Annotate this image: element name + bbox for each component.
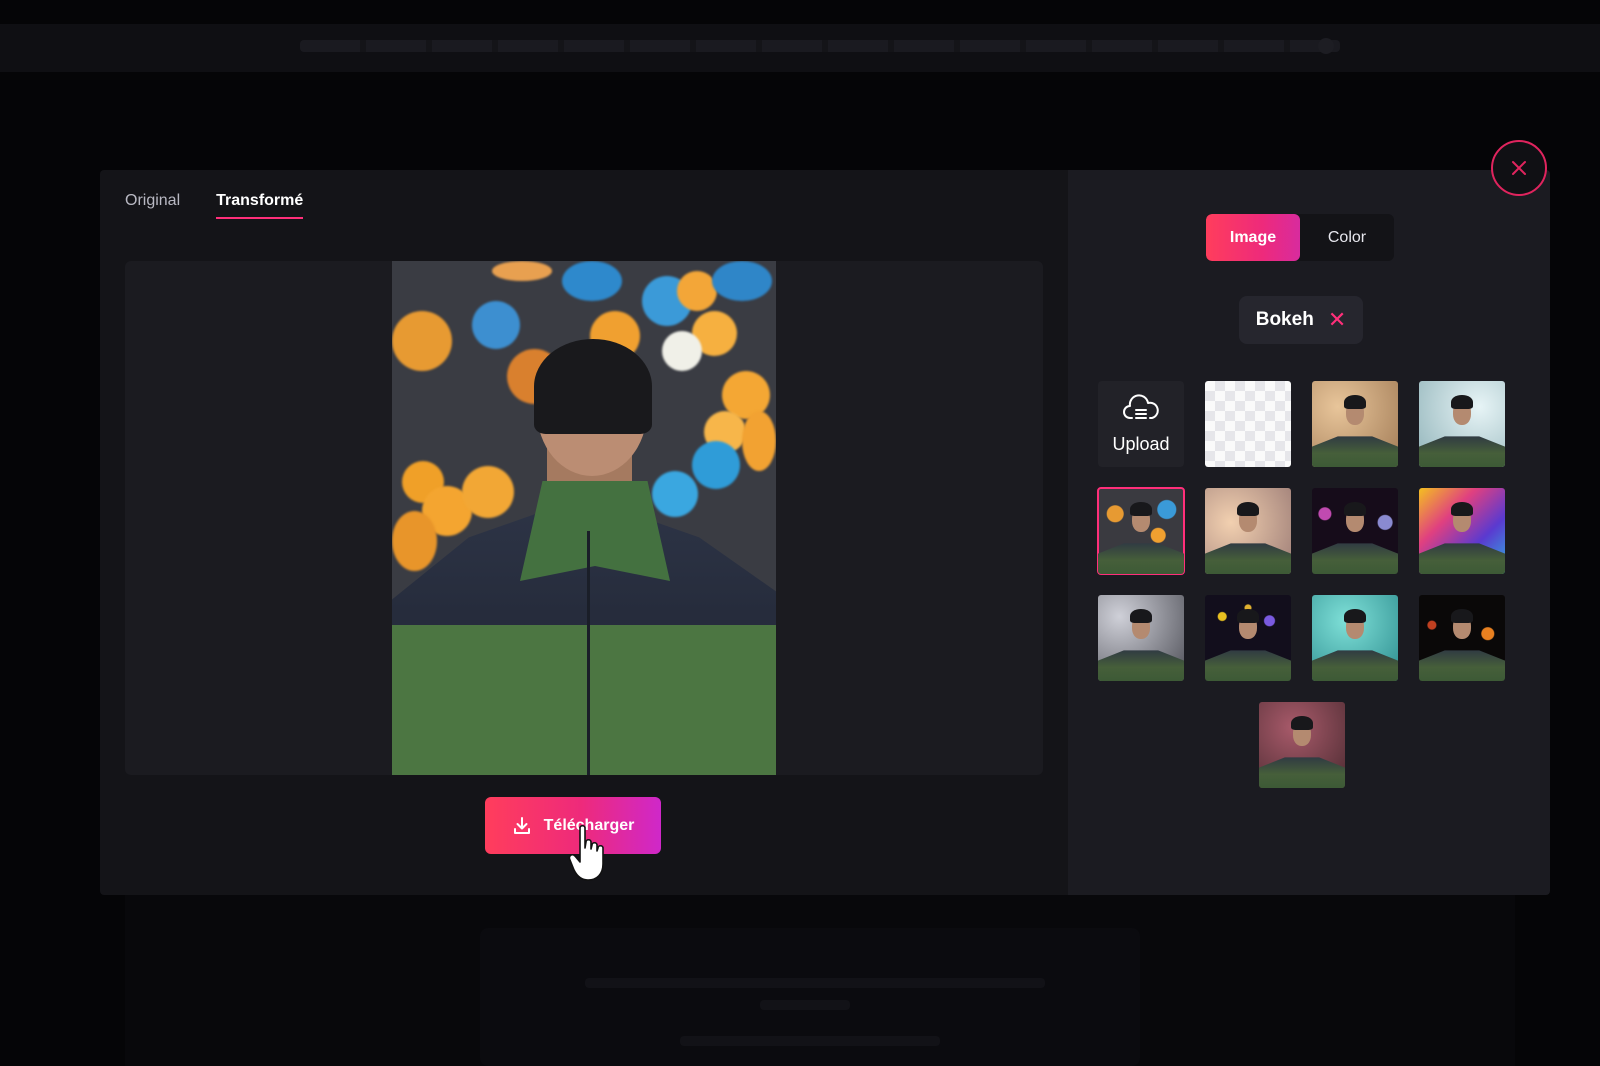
- background-inner-card: [480, 928, 1140, 1066]
- cloud-upload-icon: [1123, 393, 1159, 419]
- transformed-photo: [392, 261, 776, 775]
- person-beanie: [534, 339, 652, 434]
- upload-tile[interactable]: Upload: [1098, 381, 1184, 467]
- preview-tabs: Original Transformé: [125, 192, 304, 219]
- background-editor-modal: Original Transformé Télécharger Image Co…: [100, 170, 1550, 895]
- tab-original[interactable]: Original: [125, 192, 180, 219]
- background-thumb[interactable]: [1312, 381, 1398, 467]
- background-options-pane: Image Color Bokeh ✕ Upload: [1068, 170, 1550, 895]
- background-thumb-transparent[interactable]: [1205, 381, 1291, 467]
- download-label: Télécharger: [543, 816, 635, 834]
- toggle-image[interactable]: Image: [1206, 214, 1300, 261]
- user-icon: [1318, 38, 1334, 54]
- background-thumb[interactable]: [1312, 595, 1398, 681]
- background-thumb[interactable]: [1205, 595, 1291, 681]
- download-button[interactable]: Télécharger: [485, 797, 661, 854]
- category-chip-label: Bokeh: [1255, 309, 1314, 330]
- close-icon[interactable]: ✕: [1328, 309, 1346, 331]
- background-thumb[interactable]: [1098, 595, 1184, 681]
- category-chip: Bokeh ✕: [1239, 296, 1363, 344]
- background-thumb[interactable]: [1259, 702, 1345, 788]
- download-icon: [513, 816, 530, 834]
- close-icon: [1512, 161, 1526, 175]
- tab-transformed[interactable]: Transformé: [216, 192, 304, 219]
- background-topbar-text: [300, 40, 1340, 52]
- background-type-toggle: Image Color: [1206, 214, 1394, 261]
- toggle-color[interactable]: Color: [1300, 214, 1394, 261]
- preview-pane: Original Transformé Télécharger: [100, 170, 1068, 895]
- background-thumb-selected[interactable]: [1097, 487, 1185, 575]
- background-thumb[interactable]: [1312, 488, 1398, 574]
- close-modal-button[interactable]: [1491, 140, 1547, 196]
- background-thumb[interactable]: [1205, 488, 1291, 574]
- background-thumb[interactable]: [1419, 488, 1505, 574]
- preview-canvas: [125, 261, 1043, 775]
- background-thumb[interactable]: [1419, 381, 1505, 467]
- background-grid: Upload: [1097, 381, 1508, 791]
- upload-label: Upload: [1112, 433, 1170, 454]
- person-jacket-green: [392, 625, 776, 775]
- background-thumb[interactable]: [1419, 595, 1505, 681]
